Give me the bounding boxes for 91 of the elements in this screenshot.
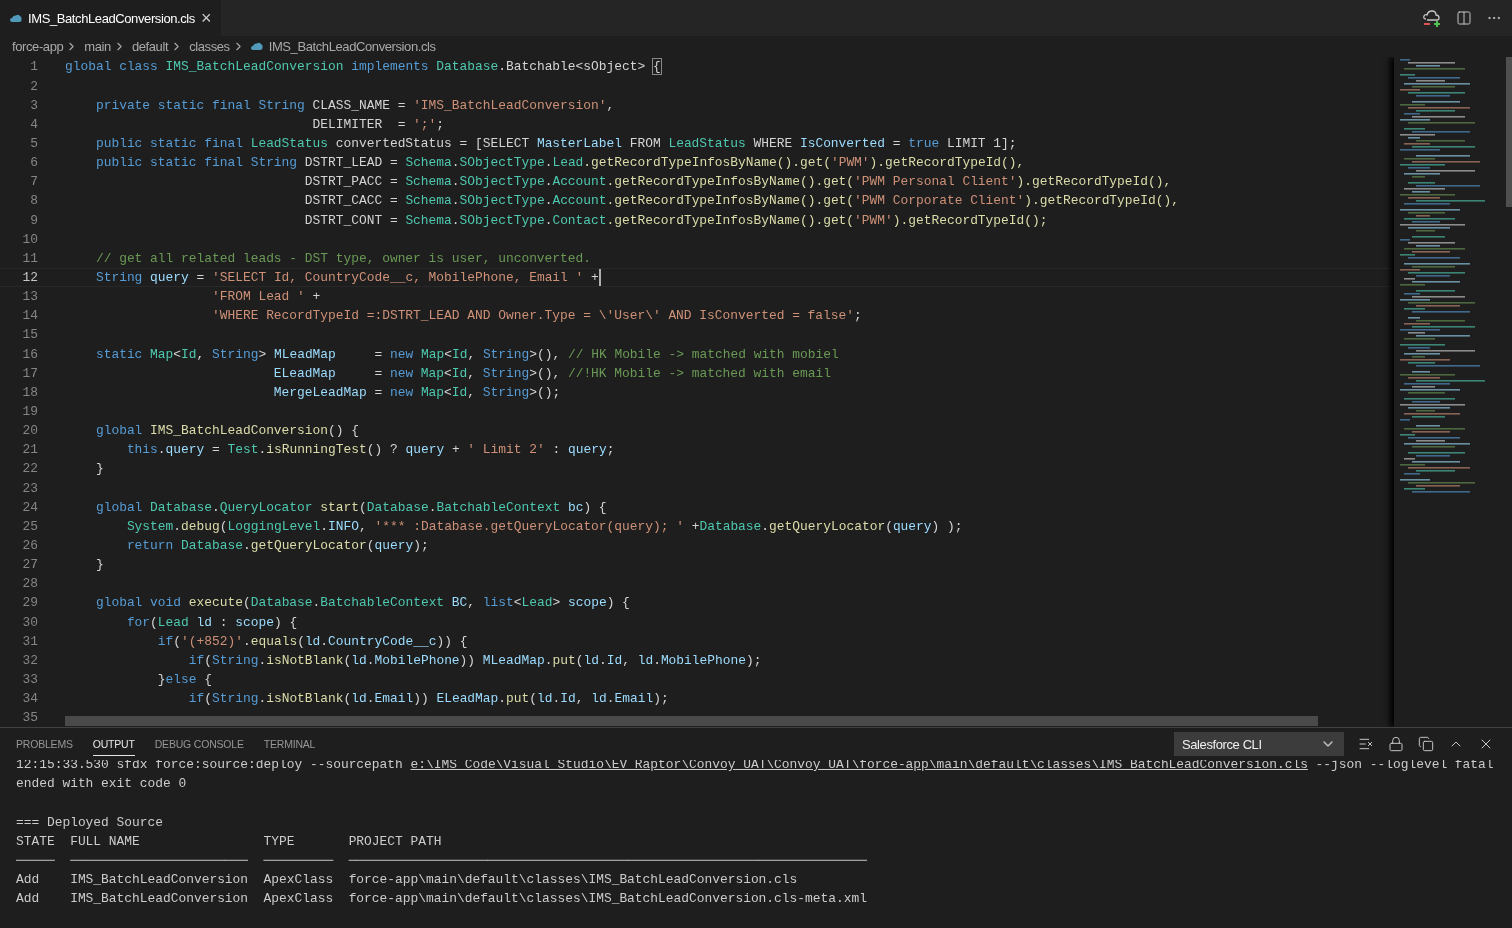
- line-number: 24: [21, 499, 38, 515]
- line-number: 33: [21, 671, 38, 687]
- code-line: }else {: [156, 671, 212, 687]
- line-number: 13: [21, 289, 38, 305]
- lock-icon[interactable]: [1388, 736, 1404, 752]
- code-line: DSTRT_CACC = Schema.SObjectType.Account.getRecordTypeInfosByName().get('PWM Corporate Client').getRecordTypeId(),: [303, 193, 1179, 209]
- line-number: 17: [21, 365, 38, 381]
- code-line: return Database.getQueryLocator(query);: [125, 537, 429, 553]
- file-icon: [250, 42, 263, 51]
- text-cursor: [598, 269, 601, 286]
- breadcrumb-item[interactable]: force-app: [12, 39, 64, 54]
- breadcrumb-item[interactable]: default: [131, 39, 169, 54]
- line-number: 30: [21, 614, 38, 630]
- code-line: DELIMITER = ';';: [311, 116, 445, 132]
- line-number: 1: [29, 59, 38, 75]
- line-number: 15: [21, 327, 38, 343]
- code-line: private static final String CLASS_NAME = 'IMS_BatchLeadConversion',: [94, 97, 615, 113]
- output-line: ───── ─────────────────────── ───────── ───────────────────────────────────────────────────────────────────: [16, 851, 867, 870]
- code-line: global IMS_BatchLeadConversion() {: [94, 423, 359, 439]
- code-line: if(String.isNotBlank(ld.Email)) ELeadMap.put(ld.Id, ld.Email);: [187, 691, 669, 707]
- code-line: // get all related leads - DST type, owner is user, unconverted.: [94, 250, 592, 266]
- output-line: Add IMS_BatchLeadConversion ApexClass force-app\main\default\classes\IMS_BatchLeadConversion.cls: [16, 871, 798, 890]
- line-number: 9: [29, 212, 38, 228]
- code-line: ELeadMap = new Map<Id, String>(), //!HK Mobile -> matched with email: [272, 365, 831, 381]
- clear-output-icon[interactable]: [1358, 736, 1374, 752]
- line-number: 3: [29, 97, 38, 113]
- breadcrumb-item[interactable]: main: [84, 39, 111, 54]
- code-line: DSTRT_PACC = Schema.SObjectType.Account.getRecordTypeInfosByName().get('PWM Personal Client').getRecordTypeId(),: [303, 174, 1172, 190]
- code-line: for(Lead ld : scope) {: [125, 614, 298, 630]
- code-line: if(String.isNotBlank(ld.MobilePhone)) MLeadMap.put(ld.Id, ld.MobilePhone);: [187, 652, 762, 668]
- output-line: ended with exit code 0: [16, 775, 187, 794]
- code-line: static Map<Id, String> MLeadMap = new Map<Id, String>(), // HK Mobile -> matched with mobiel: [94, 346, 839, 362]
- code-line: String query = 'SELECT Id, CountryCode__c, MobilePhone, Email ' +: [94, 269, 601, 286]
- code-line: this.query = Test.isRunningTest() ? query + ' Limit 2' : query;: [125, 442, 615, 458]
- output-line: === Deployed Source: [16, 813, 163, 832]
- code-line: System.debug(LoggingLevel.INFO, '*** :Database.getQueryLocator(query); ' +Database.getQueryLocator(query) );: [125, 518, 963, 534]
- line-number: 16: [21, 346, 38, 362]
- line-number: 12: [21, 270, 38, 285]
- line-number: 22: [21, 461, 38, 477]
- line-number: 4: [29, 116, 38, 132]
- line-number: 14: [21, 308, 38, 324]
- code-line: global class IMS_BatchLeadConversion implements Database.Batchable<sObject> {: [65, 59, 661, 75]
- scrollbar-thumb[interactable]: [65, 716, 1318, 726]
- line-number: 29: [21, 595, 38, 611]
- line-number: 5: [29, 136, 38, 151]
- line-number: 21: [21, 442, 38, 458]
- line-number: 31: [21, 633, 38, 649]
- line-number: 23: [21, 480, 38, 496]
- code-line: DSTRT_CONT = Schema.SObjectType.Contact.getRecordTypeInfosByName().get('PWM').getRecordTypeId();: [303, 212, 1048, 228]
- breadcrumb-item[interactable]: IMS_BatchLeadConversion.cls: [268, 39, 436, 54]
- line-number: 19: [21, 404, 38, 419]
- code-line: if('(+852)'.equals(ld.CountryCode__c)) {: [156, 633, 468, 649]
- line-number: 2: [29, 78, 38, 94]
- cloud-icon[interactable]: [1422, 8, 1442, 28]
- code-line: global Database.QueryLocator start(Database.BatchableContext bc) {: [94, 499, 607, 515]
- line-number: 10: [21, 231, 38, 247]
- code-line: 'FROM Lead ' +: [210, 289, 321, 305]
- line-number: 7: [29, 174, 38, 190]
- split-editor-icon[interactable]: [1456, 10, 1472, 26]
- channel-select[interactable]: Salesforce CLI: [1174, 732, 1344, 756]
- line-number: 34: [21, 691, 38, 707]
- line-number: 32: [21, 652, 38, 668]
- close-icon[interactable]: ×: [200, 9, 212, 27]
- output-line: STATE FULL NAME TYPE PROJECT PATH: [16, 832, 442, 851]
- scrollbar-thumb[interactable]: [1506, 57, 1512, 207]
- line-number: 18: [21, 384, 38, 400]
- output-line: Add IMS_BatchLeadConversion ApexClass force-app\main\default\classes\IMS_BatchLeadConversion.cls-meta.xml: [16, 890, 867, 909]
- line-number: 8: [29, 193, 38, 209]
- line-number: 27: [21, 557, 38, 573]
- line-number: 25: [21, 518, 38, 534]
- panel-tab[interactable]: TERMINAL: [263, 732, 316, 756]
- panel-tab[interactable]: PROBLEMS: [16, 732, 73, 756]
- line-number: 26: [21, 537, 38, 553]
- code-line: global void execute(Database.BatchableContext BC, list<Lead> scope) {: [94, 595, 630, 611]
- file-icon: [10, 13, 22, 23]
- line-number: 11: [21, 250, 38, 266]
- line-number: 28: [21, 576, 38, 592]
- panel-tab[interactable]: DEBUG CONSOLE: [154, 732, 244, 756]
- code-line: public static final String DSTRT_LEAD = Schema.SObjectType.Lead.getRecordTypeInfosByName().get('PWM').getRecordTypeId(),: [94, 155, 1025, 171]
- code-line: 'WHERE RecordTypeId =:DSTRT_LEAD AND Owner.Type = \'User\' AND IsConverted = false';: [210, 308, 862, 324]
- line-number: 20: [21, 423, 38, 439]
- code-line: }: [94, 557, 104, 573]
- code-line: public static final LeadStatus convertedStatus = [SELECT MasterLabel FROM LeadStatus WHERE IsConverted = true LIMIT 1];: [94, 136, 1017, 151]
- code-line: }: [94, 461, 104, 477]
- panel-tab[interactable]: OUTPUT: [92, 732, 135, 756]
- code-line: MergeLeadMap = new Map<Id, String>();: [272, 384, 561, 400]
- breadcrumb-item[interactable]: classes: [189, 39, 230, 54]
- line-number: 35: [21, 710, 38, 726]
- copy-icon[interactable]: [1418, 736, 1434, 752]
- line-number: 6: [29, 155, 38, 171]
- editor-tab[interactable]: IMS_BatchLeadConversion.cls ×: [0, 0, 222, 36]
